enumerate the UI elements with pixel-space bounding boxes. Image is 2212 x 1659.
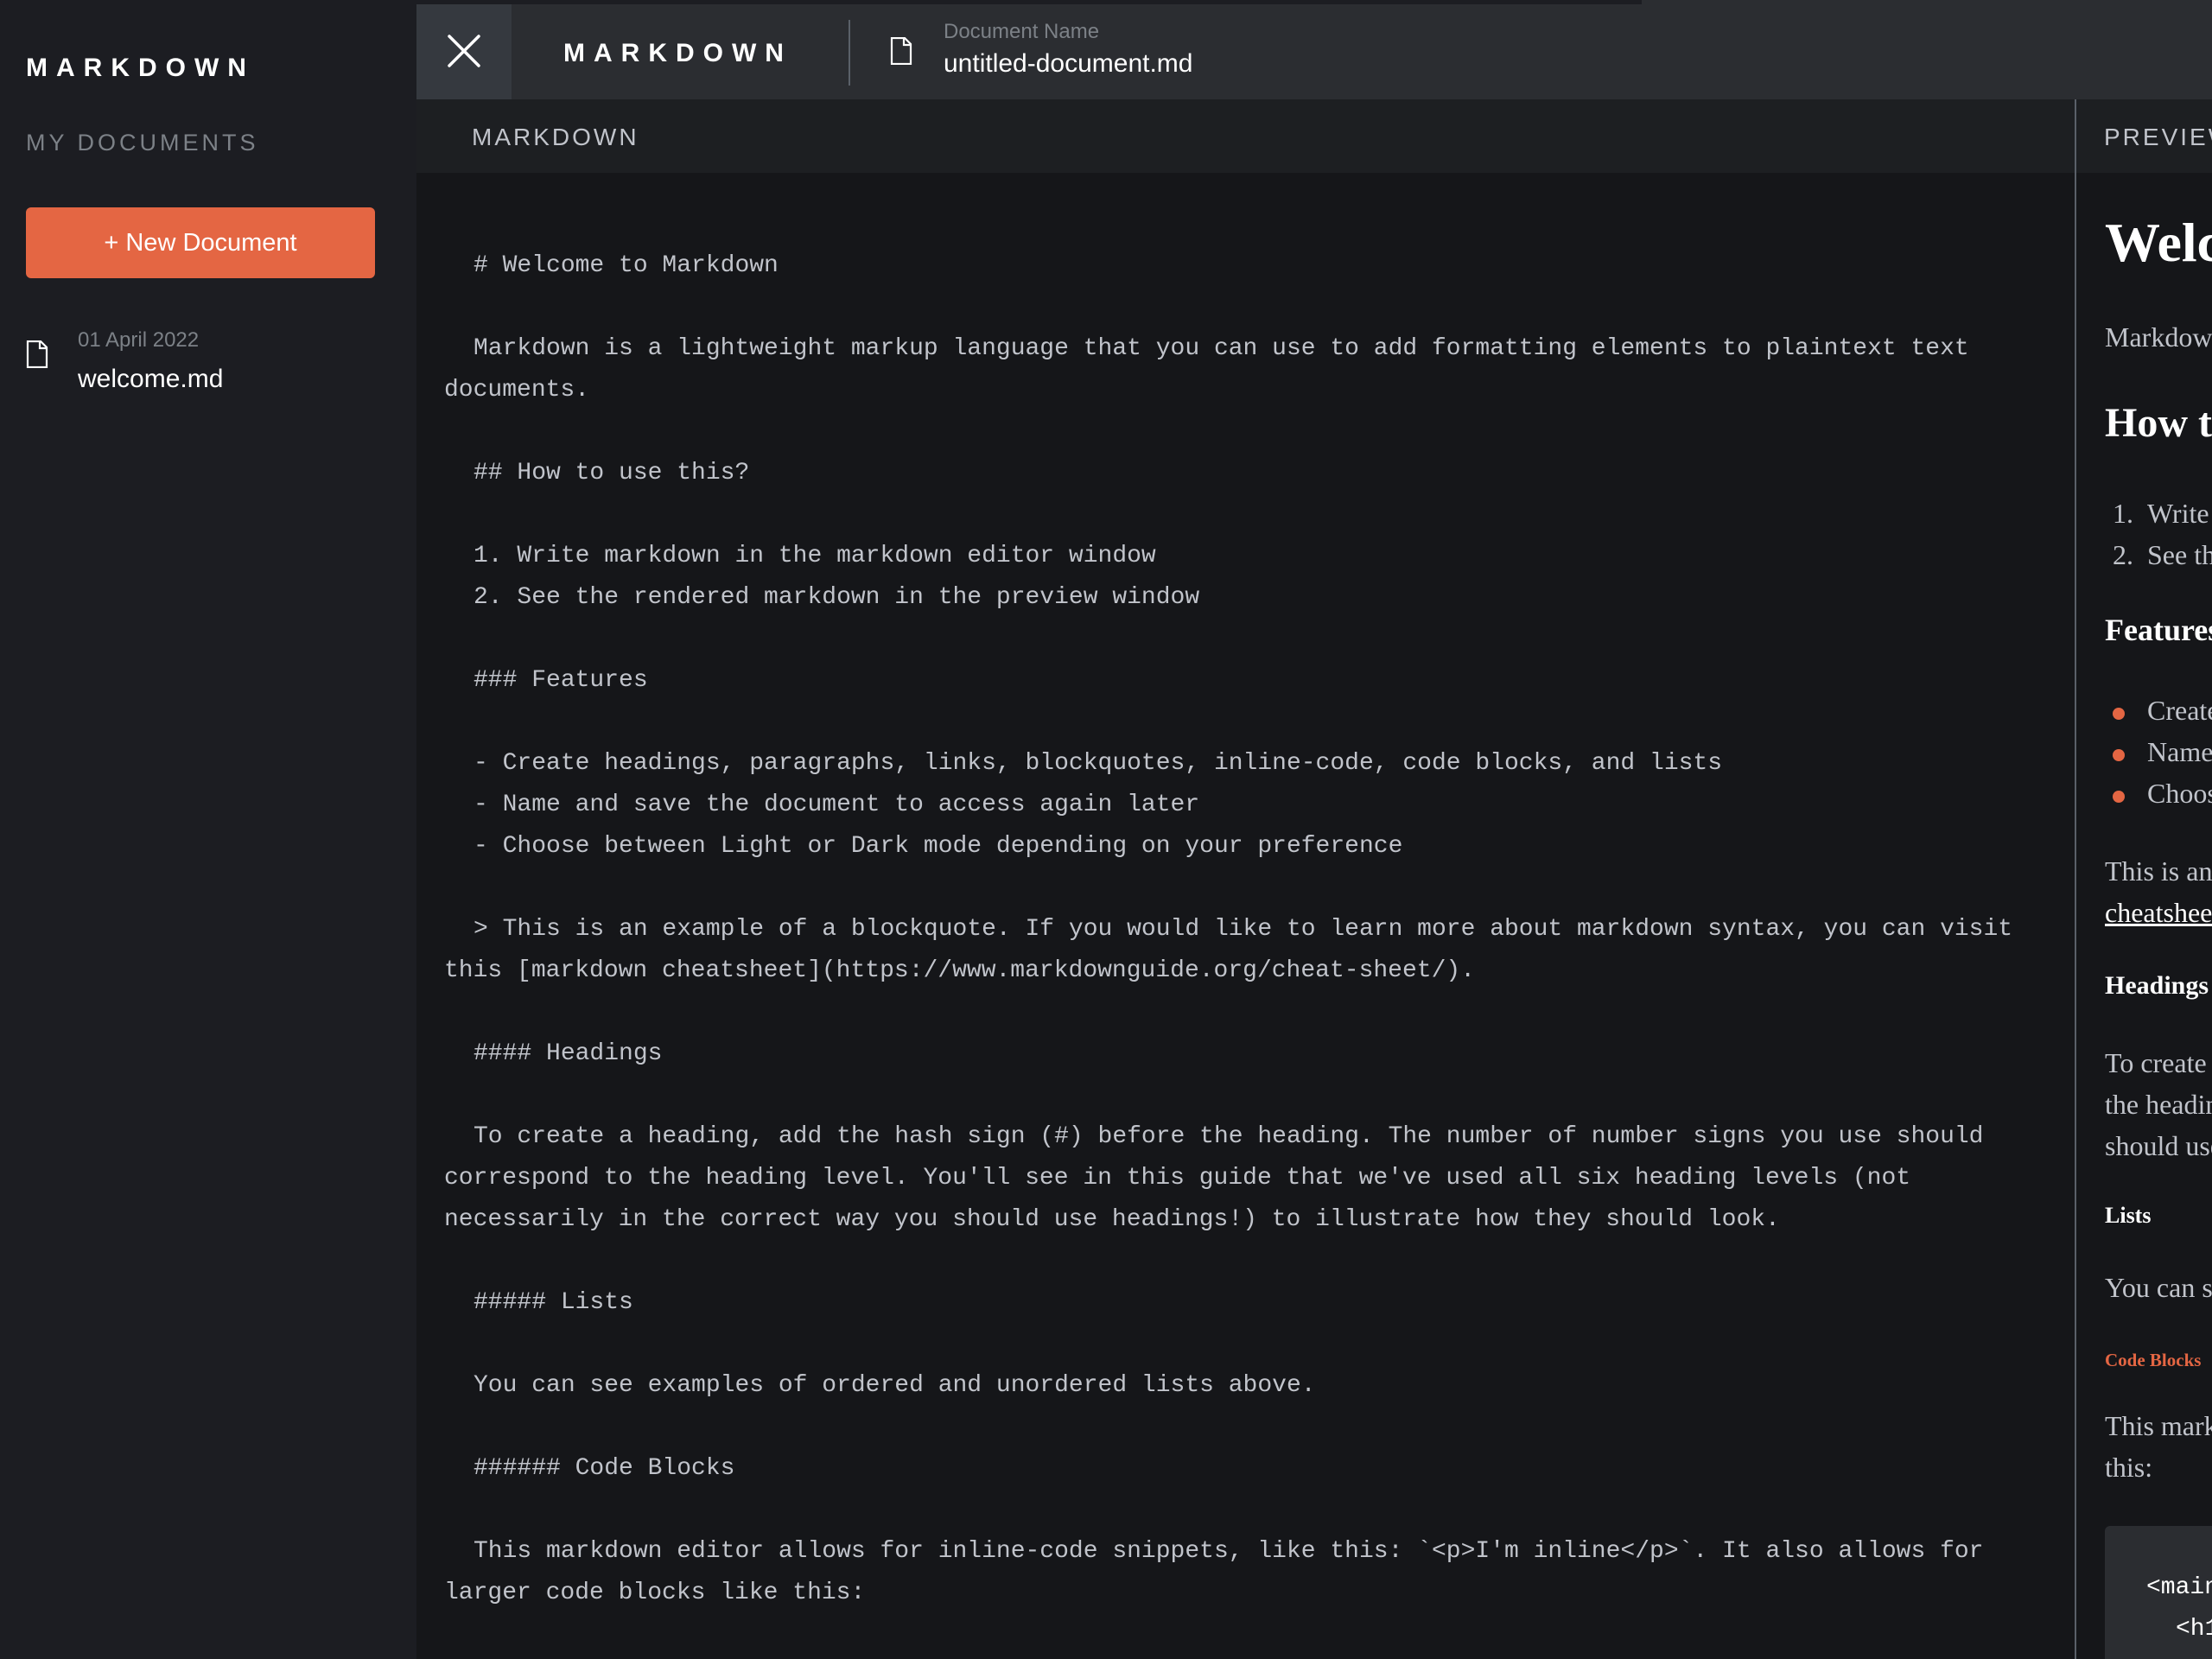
preview-ordered-list: 1.Write markdown in the markdown editor … [2113, 493, 2212, 575]
editor-line: To create a heading, add the hash sign (… [444, 1123, 1999, 1233]
list-item: 1.Write markdown in the markdown editor … [2113, 498, 2212, 529]
preview-text: You can see examples [2105, 1272, 2212, 1303]
preview-pane: Welcome to Markdown Markdown is a lightw… [2076, 173, 2212, 1659]
document-name-input[interactable]: untitled-document.md [944, 49, 1193, 79]
sidebar: MARKDOWN MY DOCUMENTS + New Document 01 … [0, 0, 416, 1659]
preview-h4: Headings [2105, 971, 2209, 1000]
code-line: <h1> [2176, 1616, 2212, 1643]
markdown-editor[interactable]: # Welcome to Markdown Markdown is a light… [444, 245, 2025, 1614]
preview-unordered-list: Create headings, paragraphs, links Name … [2113, 690, 2212, 814]
editor-blank-line [444, 1241, 2025, 1282]
header-divider [849, 20, 850, 86]
editor-line: # Welcome to Markdown [474, 252, 779, 279]
editor-line: 1. Write markdown in the markdown editor… [474, 543, 1156, 569]
my-documents-heading: MY DOCUMENTS [26, 130, 259, 156]
editor-blank-line [444, 494, 2025, 536]
preview-h3: Features [2105, 613, 2212, 647]
preview-h1: Welcome to Markdown [2105, 212, 2212, 273]
editor-blank-line [444, 619, 2025, 660]
editor-line: You can see examples of ordered and unor… [474, 1372, 1316, 1399]
document-name-label: Document Name [944, 20, 1100, 43]
preview-h5: Lists [2105, 1203, 2152, 1228]
list-item: 2.See the rendered markdown in the previ… [2113, 539, 2212, 570]
sidebar-brand: MARKDOWN [26, 54, 255, 82]
editor-label: MARKDOWN [472, 124, 639, 150]
preview-text: this: [2105, 1452, 2153, 1483]
editor-blank-line [444, 411, 2025, 453]
editor-blank-line [444, 868, 2025, 909]
editor-line: #### Headings [474, 1040, 663, 1067]
preview-header: PREVIEW [2076, 99, 2212, 173]
preview-label: PREVIEW [2104, 124, 2212, 150]
editor-line: - Name and save the document to access a… [474, 791, 1200, 818]
editor-line: ### Features [474, 667, 648, 694]
document-icon [890, 37, 912, 65]
editor-line: ##### Lists [474, 1289, 633, 1316]
preview-text: should use [2105, 1130, 2212, 1161]
editor-line: This markdown editor allows for inline-c… [444, 1538, 1999, 1606]
editor-blank-line [444, 1075, 2025, 1116]
preview-paragraph: Markdown is a lightweight markup languag… [2105, 321, 2212, 353]
document-list-item[interactable]: 01 April 2022 welcome.md [26, 325, 389, 403]
preview-h2: How to use this? [2105, 400, 2212, 446]
editor-blank-line [444, 1407, 2025, 1448]
preview-text: This markdown editor allows [2105, 1410, 2212, 1441]
preview-cheatsheet-link[interactable]: cheatsheet [2105, 897, 2212, 929]
new-document-button[interactable]: + New Document [26, 207, 375, 278]
editor-line: ## How to use this? [474, 460, 750, 486]
document-name: welcome.md [78, 365, 224, 393]
code-line: <main> [2146, 1574, 2212, 1601]
editor-line: > This is an example of a blockquote. If… [444, 916, 2027, 984]
close-icon [448, 34, 480, 67]
document-date: 01 April 2022 [78, 328, 200, 352]
header-brand: MARKDOWN [563, 39, 792, 67]
close-menu-button[interactable] [416, 4, 512, 99]
editor-blank-line [444, 702, 2025, 743]
editor-blank-line [444, 287, 2025, 328]
editor-blank-line [444, 1324, 2025, 1365]
editor-header: MARKDOWN [416, 99, 2075, 173]
editor-line: - Create headings, paragraphs, links, bl… [474, 750, 1723, 777]
list-item: Choose between Light or Dark mode [2113, 772, 2212, 814]
preview-blockquote: This is an example of a blockquote [2105, 855, 2212, 887]
editor-blank-line [444, 1490, 2025, 1531]
editor-line: - Choose between Light or Dark mode depe… [474, 833, 1403, 860]
list-item: Name and save the document [2113, 731, 2212, 772]
preview-code-block: <main> <h1> [2105, 1526, 2212, 1659]
preview-h6: Code Blocks [2105, 1350, 2202, 1370]
editor-line: ###### Code Blocks [474, 1455, 735, 1482]
preview-text: the heading. The number of number [2105, 1089, 2212, 1120]
list-item: Create headings, paragraphs, links [2113, 690, 2212, 731]
preview-text: To create a heading, add the hash [2105, 1047, 2212, 1078]
editor-line: Markdown is a lightweight markup languag… [444, 335, 1984, 404]
app-header: MARKDOWN Document Name untitled-document… [416, 4, 2212, 99]
editor-line: 2. See the rendered markdown in the prev… [474, 584, 1200, 611]
editor-blank-line [444, 992, 2025, 1033]
document-icon [26, 340, 48, 368]
